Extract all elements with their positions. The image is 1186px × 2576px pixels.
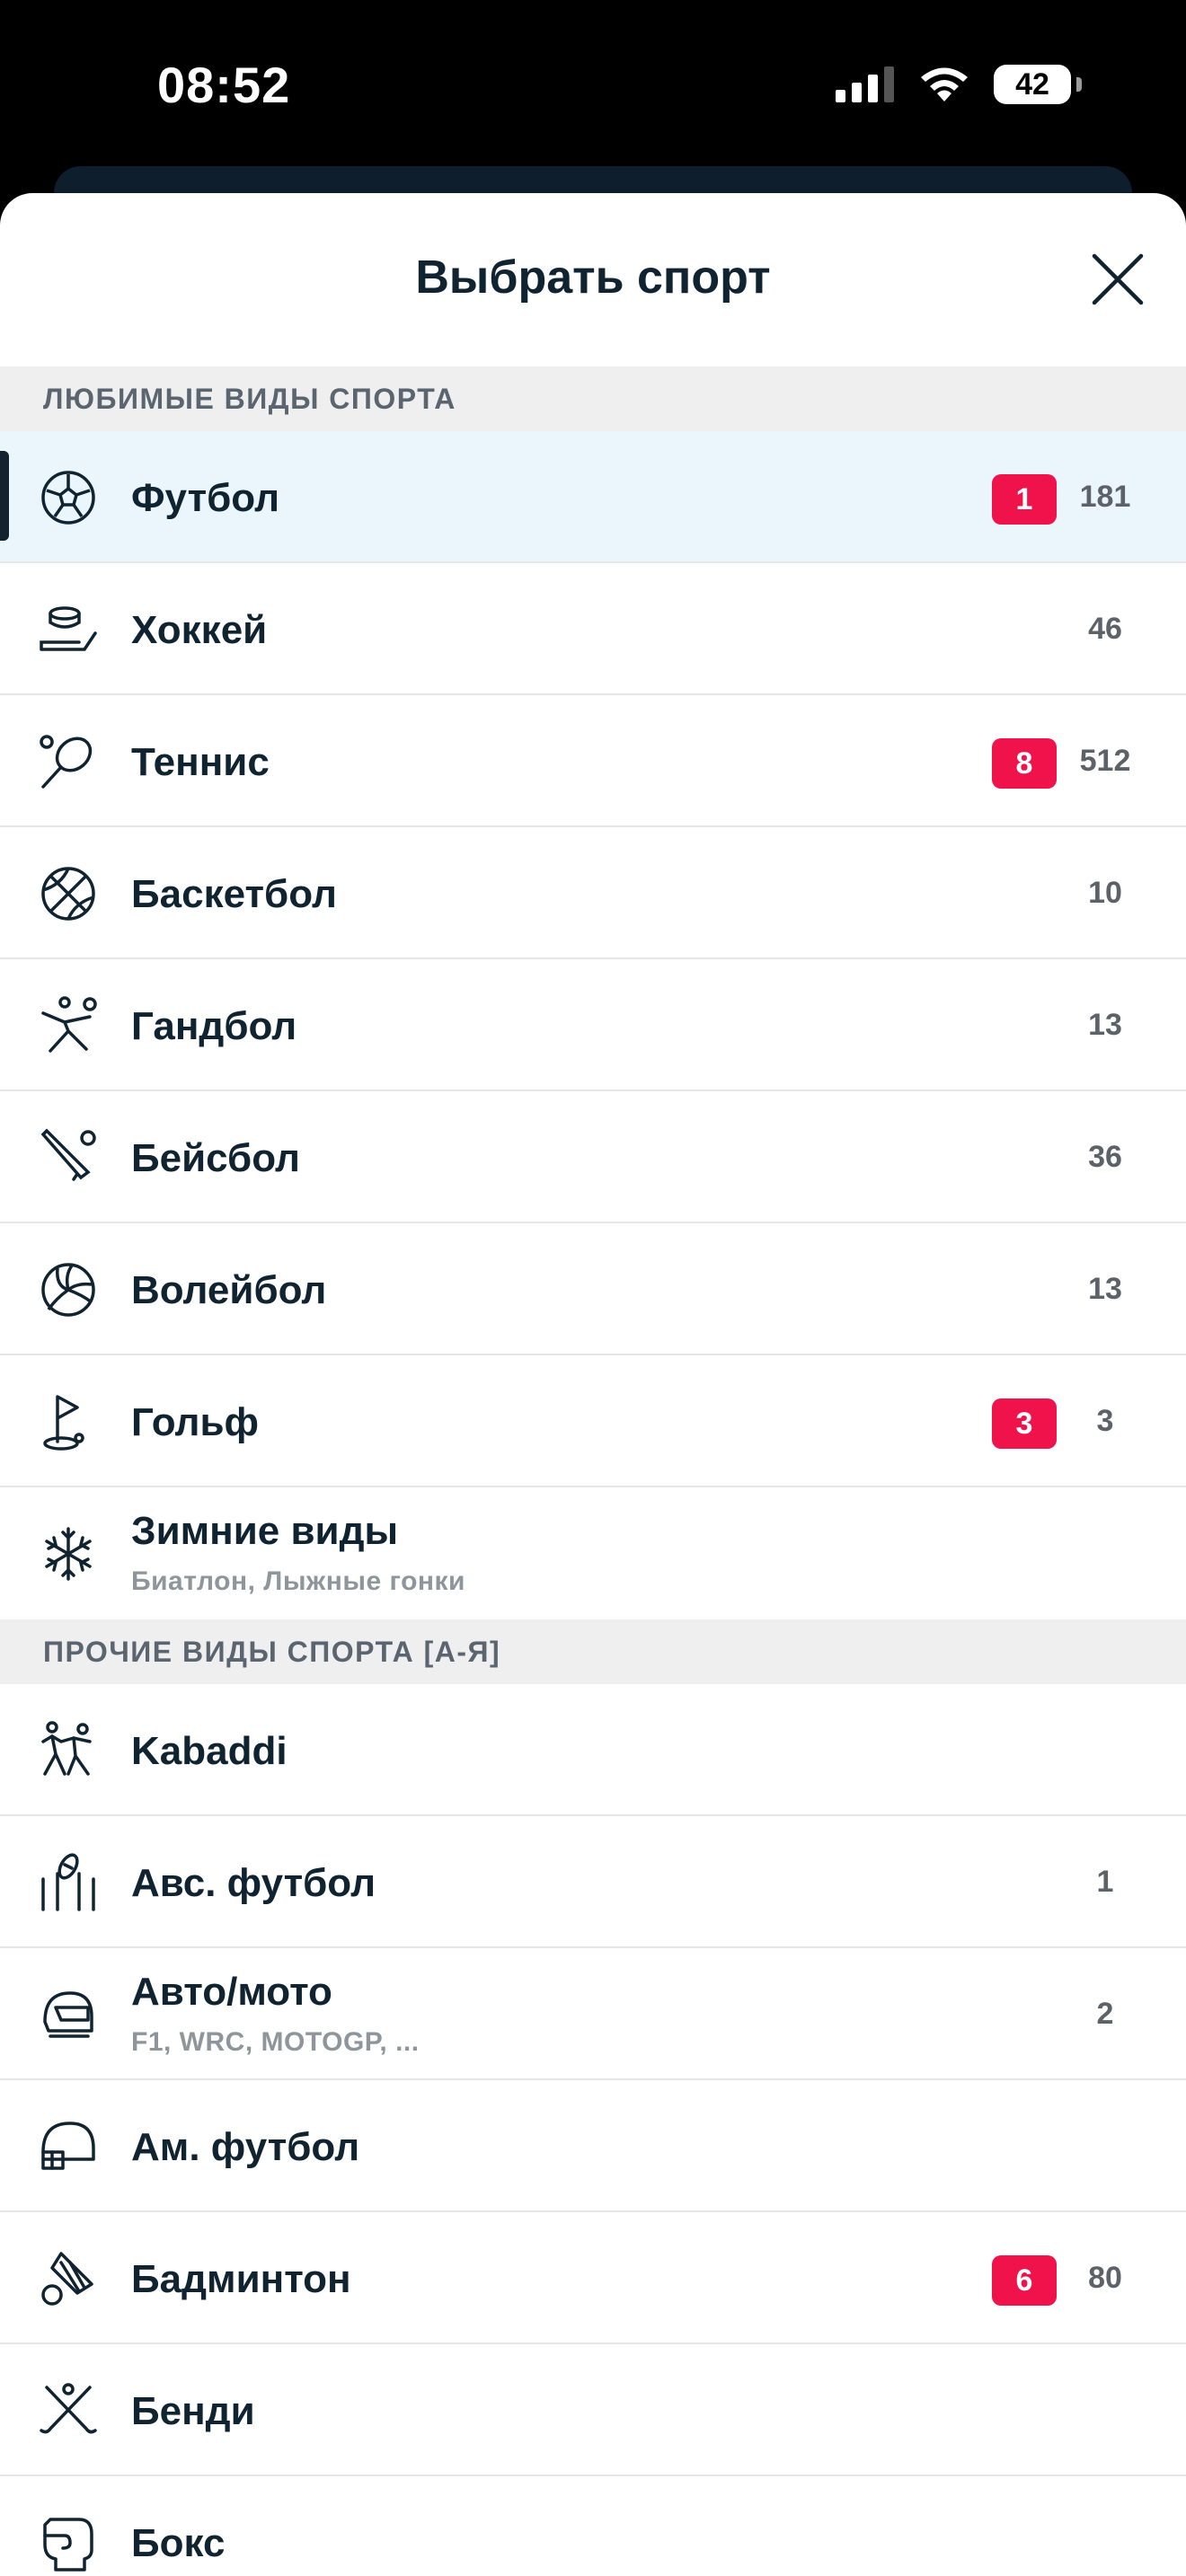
sport-label: Футбол bbox=[131, 476, 280, 520]
event-count: 3 bbox=[1096, 1404, 1114, 1438]
soccer-ball-icon bbox=[41, 471, 95, 525]
battery-icon: 42 bbox=[994, 65, 1071, 104]
sport-row-bandy[interactable]: Бенди bbox=[0, 2344, 1186, 2476]
sport-row-handball[interactable]: Гандбол 13 bbox=[0, 959, 1186, 1091]
sport-label: Волейбол bbox=[131, 1268, 327, 1312]
section-header-favorites: ЛЮБИМЫЕ ВИДЫ СПОРТА bbox=[0, 366, 1186, 431]
live-badge: 1 bbox=[992, 474, 1057, 525]
sport-row-aussie-football[interactable]: Авс. футбол 1 bbox=[0, 1816, 1186, 1948]
sport-label: Зимние виды bbox=[131, 1509, 399, 1553]
sport-row-baseball[interactable]: Бейсбол 36 bbox=[0, 1091, 1186, 1223]
event-count: 80 bbox=[1088, 2261, 1122, 2295]
sport-row-winter[interactable]: Зимние виды Биатлон, Лыжные гонки bbox=[0, 1487, 1186, 1619]
live-badge: 6 bbox=[992, 2255, 1057, 2306]
sport-label: Теннис bbox=[131, 740, 270, 784]
handball-icon bbox=[41, 996, 97, 1053]
sport-label: Гандбол bbox=[131, 1004, 297, 1048]
aussie-football-icon bbox=[41, 1853, 95, 1911]
event-count: 10 bbox=[1088, 876, 1122, 910]
sport-sublabel: Биатлон, Лыжные гонки bbox=[131, 1566, 465, 1596]
sport-row-hockey[interactable]: Хоккей 46 bbox=[0, 563, 1186, 695]
sport-label: Гольф bbox=[131, 1400, 260, 1444]
event-count: 512 bbox=[1079, 744, 1131, 778]
bandy-icon bbox=[40, 2383, 97, 2434]
sport-row-boxing[interactable]: Бокс bbox=[0, 2476, 1186, 2576]
sport-label: Бокс bbox=[131, 2521, 226, 2565]
event-count: 2 bbox=[1096, 1997, 1114, 2031]
select-sport-sheet: Выбрать спорт ЛЮБИМЫЕ ВИДЫ СПОРТА Футбол… bbox=[0, 193, 1186, 2576]
status-bar: 08:52 42 bbox=[0, 0, 1186, 180]
sheet-title: Выбрать спорт bbox=[415, 251, 771, 304]
sport-row-badminton[interactable]: Бадминтон 6 80 bbox=[0, 2212, 1186, 2344]
sport-row-auto-moto[interactable]: Авто/мото F1, WRC, MOTOGP, ... 2 bbox=[0, 1948, 1186, 2080]
hockey-icon bbox=[40, 606, 97, 651]
event-count: 13 bbox=[1088, 1272, 1122, 1306]
boxing-glove-icon bbox=[43, 2518, 93, 2572]
helmet-icon bbox=[43, 1991, 93, 2038]
section-header-others: ПРОЧИЕ ВИДЫ СПОРТА [А-Я] bbox=[0, 1619, 1186, 1684]
status-time: 08:52 bbox=[157, 57, 291, 113]
signal-icon bbox=[836, 66, 894, 102]
tennis-icon bbox=[40, 735, 93, 789]
sport-label: Бенди bbox=[131, 2389, 255, 2433]
sheet-header: Выбрать спорт bbox=[0, 193, 1186, 366]
event-count: 1 bbox=[1096, 1865, 1114, 1899]
shuttlecock-icon bbox=[41, 2252, 93, 2306]
battery-level: 42 bbox=[1015, 66, 1049, 101]
event-count: 46 bbox=[1088, 612, 1122, 646]
sport-row-american-football[interactable]: Ам. футбол bbox=[0, 2080, 1186, 2212]
sport-row-tennis[interactable]: Теннис 8 512 bbox=[0, 695, 1186, 827]
sport-label: Бадминтон bbox=[131, 2257, 351, 2301]
sport-label: Баскетбол bbox=[131, 872, 337, 916]
event-count: 181 bbox=[1079, 480, 1131, 514]
sport-row-football[interactable]: Футбол 1 181 bbox=[0, 431, 1186, 563]
sport-row-volleyball[interactable]: Волейбол 13 bbox=[0, 1223, 1186, 1355]
sport-label: Бейсбол bbox=[131, 1136, 300, 1180]
event-count: 36 bbox=[1088, 1140, 1122, 1174]
sport-label: Авто/мото bbox=[131, 1970, 332, 2014]
live-badge: 3 bbox=[992, 1398, 1057, 1449]
close-icon[interactable] bbox=[1089, 251, 1146, 308]
sport-label: Хоккей bbox=[131, 608, 268, 652]
snowflake-icon bbox=[45, 1527, 92, 1581]
event-count: 13 bbox=[1088, 1008, 1122, 1042]
wifi-icon bbox=[921, 67, 968, 101]
battery-cap bbox=[1076, 77, 1082, 92]
sport-label: Авс. футбол bbox=[131, 1861, 376, 1905]
sport-label: Kabaddi bbox=[131, 1729, 288, 1773]
football-helmet-icon bbox=[41, 2122, 95, 2170]
baseball-icon bbox=[40, 1128, 96, 1181]
sport-row-basketball[interactable]: Баскетбол 10 bbox=[0, 827, 1186, 959]
kabaddi-icon bbox=[41, 1721, 92, 1776]
basketball-icon bbox=[41, 867, 95, 921]
live-badge: 8 bbox=[992, 738, 1057, 789]
golf-icon bbox=[43, 1395, 84, 1451]
sport-row-kabaddi[interactable]: Kabaddi bbox=[0, 1684, 1186, 1816]
sport-row-golf[interactable]: Гольф 3 3 bbox=[0, 1355, 1186, 1487]
status-indicators: 42 bbox=[836, 65, 1082, 104]
sport-label: Ам. футбол bbox=[131, 2125, 360, 2169]
sport-sublabel: F1, WRC, MOTOGP, ... bbox=[131, 2027, 420, 2057]
volleyball-icon bbox=[41, 1263, 95, 1317]
